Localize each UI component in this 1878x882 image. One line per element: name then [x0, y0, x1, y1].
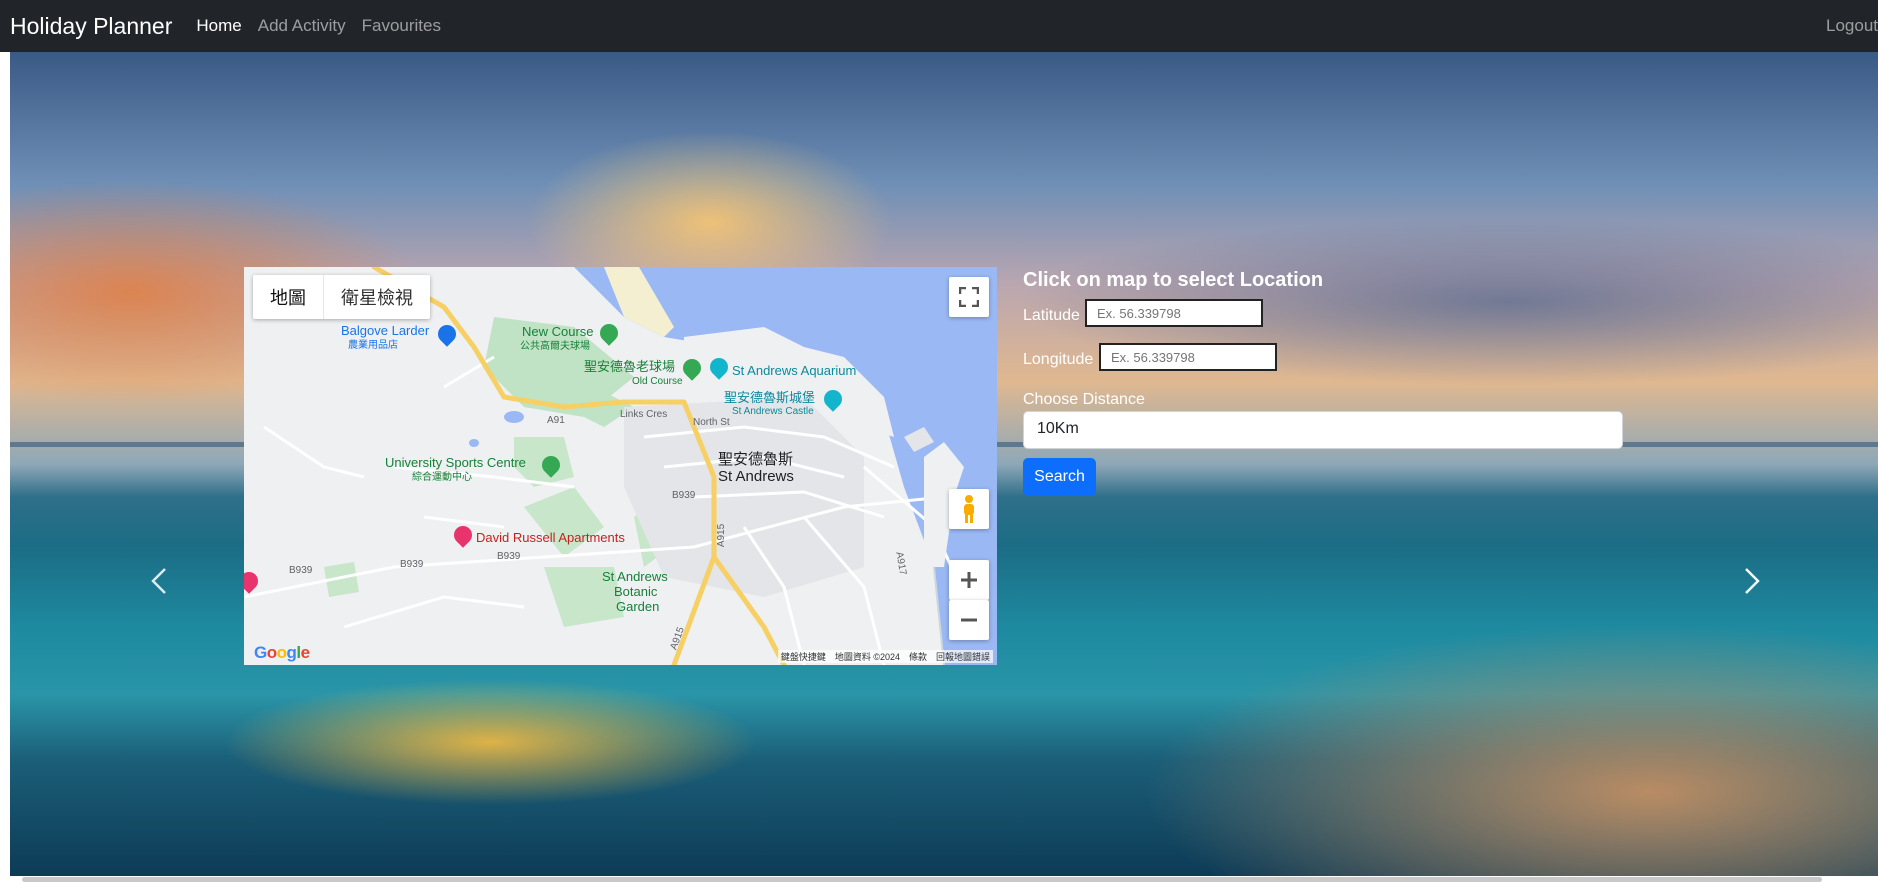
latitude-input[interactable] [1085, 299, 1263, 327]
nav-add-activity[interactable]: Add Activity [258, 16, 346, 36]
latitude-label: Latitude [1023, 307, 1080, 324]
poi-garden-label-3: Garden [616, 599, 660, 614]
poi-sports-sub: 綜合運動中心 [412, 472, 472, 483]
zoom-out-icon[interactable] [949, 600, 989, 640]
road-north-st-label: North St [693, 417, 730, 428]
nav-home[interactable]: Home [196, 16, 241, 36]
poi-garden-label-1[interactable]: St Andrews [602, 570, 668, 583]
map-type-map-button[interactable]: 地圖 [253, 275, 324, 319]
poi-old-course-sub: Old Course [632, 376, 683, 387]
map-attribution[interactable]: 鍵盤快捷鍵 地圖資料 ©2024 條款 回報地圖錯誤 [777, 650, 993, 663]
poi-aquarium-label[interactable]: St Andrews Aquarium [732, 364, 856, 377]
poi-castle-sub: St Andrews Castle [732, 406, 814, 417]
road-a915-label: A915 [716, 523, 728, 548]
google-logo: Google [254, 643, 310, 662]
road-b939-label: B939 [400, 559, 424, 570]
pegman-icon[interactable] [949, 489, 989, 529]
nav-favourites[interactable]: Favourites [362, 16, 441, 36]
carousel-next-icon[interactable] [1736, 557, 1766, 605]
poi-sports-label[interactable]: University Sports Centre [385, 456, 526, 469]
map-type-satellite-button[interactable]: 衛星檢視 [324, 275, 430, 319]
poi-castle-label[interactable]: 聖安德魯斯城堡 [724, 391, 815, 404]
map-type-control: 地圖 衛星檢視 [253, 275, 430, 319]
brand-link[interactable]: Holiday Planner [10, 13, 172, 40]
road-b939-label: B939 [672, 490, 696, 501]
road-b939-label: B939 [497, 551, 521, 562]
fullscreen-icon[interactable] [949, 277, 989, 317]
longitude-label: Longitude [1023, 351, 1094, 368]
road-b939-label: B939 [289, 565, 313, 576]
poi-balgove-sub: 農業用品店 [348, 340, 398, 351]
distance-select[interactable]: 10Km [1023, 411, 1623, 449]
poi-balgove-label[interactable]: Balgove Larder [341, 324, 429, 337]
horizontal-scrollbar[interactable] [22, 877, 1822, 882]
search-button[interactable]: Search [1023, 458, 1096, 496]
poi-garden-label-2: Botanic [614, 584, 658, 599]
longitude-input[interactable] [1099, 343, 1277, 371]
form-title: Click on map to select Location [1023, 269, 1324, 291]
road-links-cres-label: Links Cres [620, 409, 668, 420]
google-map[interactable]: Balgove Larder 農業用品店 New Course 公共高爾夫球場 … [244, 267, 997, 665]
navbar: Holiday Planner Home Add Activity Favour… [0, 0, 1878, 52]
logout-link[interactable]: Logout [1826, 16, 1878, 36]
town-label-zh: 聖安德魯斯 [718, 451, 794, 468]
carousel-prev-icon[interactable] [145, 557, 175, 605]
poi-new-course-sub: 公共高爾夫球場 [520, 341, 590, 352]
town-label-en: St Andrews [718, 468, 794, 485]
poi-old-course-label[interactable]: 聖安德魯老球場 [584, 360, 675, 373]
distance-label: Choose Distance [1023, 391, 1145, 408]
road-a91-label: A91 [547, 415, 565, 426]
zoom-in-icon[interactable] [949, 560, 989, 600]
poi-new-course-label[interactable]: New Course [522, 325, 594, 338]
poi-apartments-label[interactable]: David Russell Apartments [476, 531, 625, 544]
